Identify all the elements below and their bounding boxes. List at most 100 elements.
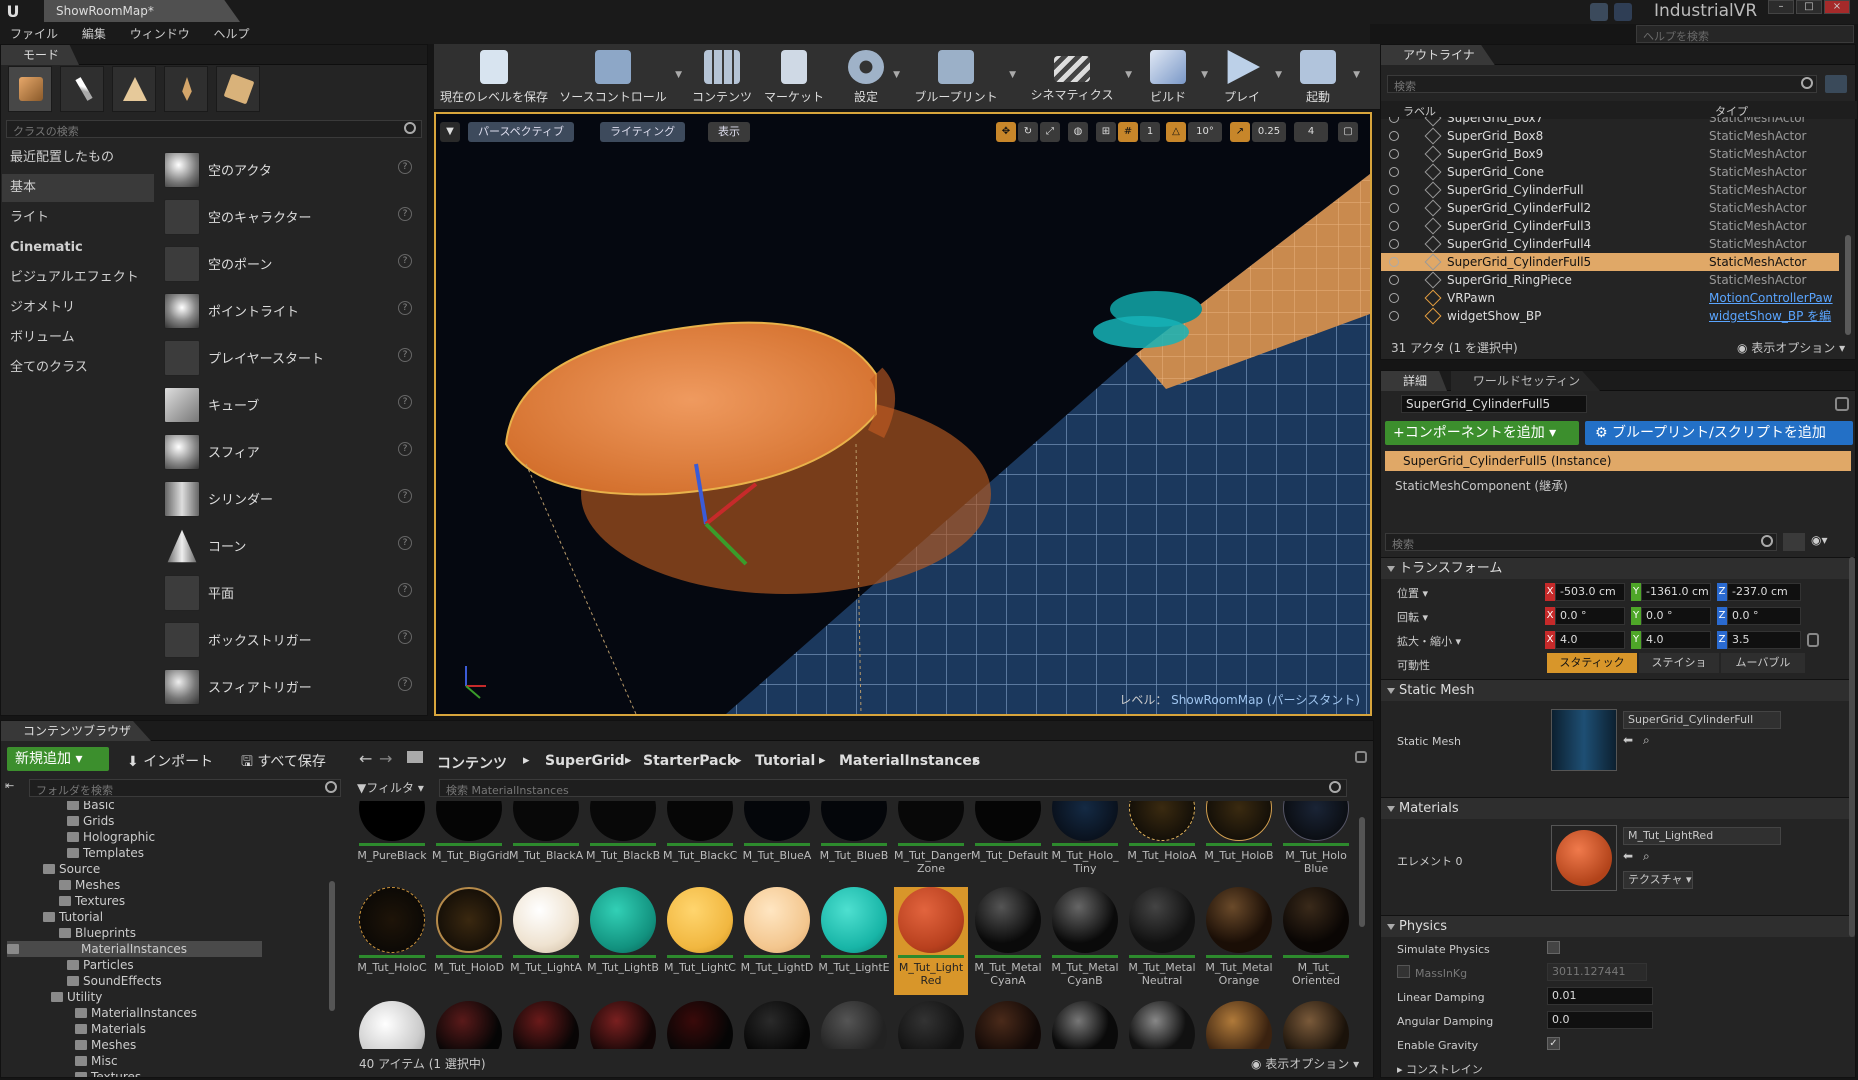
paint-mode-button[interactable] xyxy=(60,66,104,112)
folder-tutorial[interactable]: Tutorial xyxy=(43,909,103,925)
add-component-button[interactable]: +コンポーネントを追加 ▾ xyxy=(1385,421,1579,445)
materials-section-header[interactable]: Materials xyxy=(1381,797,1855,819)
location-x-field[interactable]: -503.0 cm xyxy=(1555,583,1625,601)
asset-tile[interactable] xyxy=(894,1001,968,1049)
simulate-physics-checkbox[interactable] xyxy=(1547,941,1560,954)
show-button[interactable]: 表示 xyxy=(708,122,750,142)
content-view-options[interactable]: ◉ 表示オプション ▾ xyxy=(1251,1055,1359,1072)
actor-name-field[interactable]: SuperGrid_CylinderFull5 xyxy=(1401,395,1587,413)
details-scrollbar[interactable] xyxy=(1849,557,1855,937)
scale-snap-icon[interactable]: ↗ xyxy=(1230,122,1250,142)
scale-x-field[interactable]: 4.0 xyxy=(1555,631,1625,649)
add-filter-icon[interactable] xyxy=(1825,75,1847,93)
lock-icon[interactable] xyxy=(1355,751,1367,763)
mobility-movable-button[interactable]: ムーバブル xyxy=(1721,653,1805,673)
static-mesh-section-header[interactable]: Static Mesh xyxy=(1381,679,1855,701)
cinematics-button[interactable]: シネマティクス ▼ xyxy=(1024,48,1132,106)
asset-tile[interactable]: M_Tut_Danger Zone xyxy=(894,801,971,883)
outliner-search-input[interactable]: 検索 xyxy=(1387,75,1817,93)
minimize-icon[interactable]: – xyxy=(1768,0,1794,14)
document-tab[interactable]: ShowRoomMap* xyxy=(44,0,240,22)
outliner-row[interactable]: SuperGrid_Box9 StaticMeshActor xyxy=(1381,145,1839,163)
asset-tile[interactable]: M_Tut_BlackC xyxy=(663,801,737,883)
asset-tile[interactable]: M_Tut_BigGrid xyxy=(432,801,510,883)
asset-tile[interactable]: M_Tut_HoloD xyxy=(432,887,506,995)
folder-materials[interactable]: Materials xyxy=(75,1021,146,1037)
world-settings-tab[interactable]: ワールドセッティン xyxy=(1450,371,1601,391)
breadcrumb-supergrid[interactable]: SuperGrid xyxy=(545,753,625,769)
toggle-sources-icon[interactable]: ⇤ xyxy=(5,779,19,793)
folder-particles[interactable]: Particles xyxy=(67,957,134,973)
place-empty-pawn[interactable]: 空のポーン? xyxy=(160,240,418,284)
asset-tile[interactable]: M_Tut_BlueA xyxy=(740,801,814,883)
outliner-row[interactable]: SuperGrid_CylinderFull StaticMeshActor xyxy=(1381,181,1839,199)
browse-search-icon[interactable]: ⌕ xyxy=(1643,733,1650,748)
asset-tile[interactable] xyxy=(817,1001,891,1049)
folder-utility[interactable]: Utility xyxy=(51,989,102,1005)
outliner-row[interactable]: SuperGrid_CylinderFull2 StaticMeshActor xyxy=(1381,199,1839,217)
help-search-input[interactable]: ヘルプを検索 xyxy=(1636,25,1854,43)
help-icon[interactable]: ? xyxy=(398,536,412,550)
rotation-z-field[interactable]: 0.0 ° xyxy=(1727,607,1801,625)
help-icon[interactable]: ? xyxy=(398,395,412,409)
folder-textures[interactable]: Textures xyxy=(59,893,125,909)
help-icon[interactable]: ? xyxy=(398,677,412,691)
asset-tile[interactable] xyxy=(509,1001,583,1049)
eye-icon[interactable] xyxy=(1389,311,1399,321)
use-selected-arrow-icon[interactable]: ⬅ xyxy=(1623,733,1633,747)
folder-utility-meshes[interactable]: Meshes xyxy=(75,1037,136,1053)
folder-source[interactable]: Source xyxy=(43,861,100,877)
scale-snap-value[interactable]: 0.25 xyxy=(1252,122,1286,142)
rotation-y-field[interactable]: 0.0 ° xyxy=(1641,607,1711,625)
asset-tile[interactable]: M_Tut_LightD xyxy=(740,887,814,995)
asset-tile[interactable]: M_Tut_LightB xyxy=(586,887,660,995)
menu-window[interactable]: ウィンドウ xyxy=(120,24,200,44)
help-icon[interactable]: ? xyxy=(398,254,412,268)
marketplace-button[interactable]: マーケット xyxy=(762,48,826,106)
menu-help[interactable]: ヘルプ xyxy=(204,24,260,44)
scale-z-field[interactable]: 3.5 xyxy=(1727,631,1801,649)
eye-icon[interactable] xyxy=(1389,185,1399,195)
asset-tile[interactable]: M_Tut_LightC xyxy=(663,887,737,995)
physics-section-header[interactable]: Physics xyxy=(1381,915,1855,937)
constraints-row[interactable]: ▸ コンストレイン xyxy=(1397,1061,1483,1077)
place-mode-button[interactable] xyxy=(8,66,52,112)
asset-tile[interactable]: M_Tut_LightA xyxy=(509,887,583,995)
rotate-tool-icon[interactable]: ↻ xyxy=(1018,122,1038,142)
help-icon[interactable]: ? xyxy=(398,207,412,221)
menu-file[interactable]: ファイル xyxy=(0,24,68,44)
outliner-row[interactable]: SuperGrid_Box8 StaticMeshActor xyxy=(1381,127,1839,145)
content-button[interactable]: コンテンツ xyxy=(690,48,754,106)
folder-basic[interactable]: Basic xyxy=(67,801,115,813)
viewport-scene[interactable] xyxy=(436,114,1370,714)
asset-tile[interactable] xyxy=(432,1001,506,1049)
place-sphere[interactable]: スフィア? xyxy=(160,428,418,472)
browse-search-icon[interactable]: ⌕ xyxy=(1643,849,1650,864)
translate-tool-icon[interactable]: ✥ xyxy=(996,122,1016,142)
folder-templates[interactable]: Templates xyxy=(67,845,144,861)
close-icon[interactable]: × xyxy=(1824,0,1850,14)
scale-tool-icon[interactable]: ⤢ xyxy=(1040,122,1060,142)
viewport-options-icon[interactable]: ▼ xyxy=(440,122,460,142)
help-icon[interactable]: ? xyxy=(398,348,412,362)
asset-tile[interactable]: M_Tut_LightE xyxy=(817,887,891,995)
filter-button[interactable]: ▼フィルタ ▾ xyxy=(357,779,424,796)
asset-tile[interactable]: M_Tut_BlueB xyxy=(817,801,891,883)
eye-icon[interactable] xyxy=(1389,221,1399,231)
geometry-mode-button[interactable] xyxy=(216,66,260,112)
grid-snap-icon[interactable]: # xyxy=(1118,122,1138,142)
asset-search-input[interactable]: 検索 MaterialInstances xyxy=(439,779,1347,797)
static-mesh-dropdown[interactable]: SuperGrid_CylinderFull xyxy=(1623,711,1781,729)
blueprints-button[interactable]: ブループリント ▼ xyxy=(908,48,1016,106)
asset-tile[interactable]: M_Tut_HoloC xyxy=(355,887,429,995)
launch-button[interactable]: 起動 ▼ xyxy=(1288,48,1360,106)
outliner-row[interactable]: SuperGrid_CylinderFull3 StaticMeshActor xyxy=(1381,217,1839,235)
rotation-snap-value[interactable]: 10° xyxy=(1188,122,1222,142)
eye-icon[interactable] xyxy=(1389,203,1399,213)
folder-holographic[interactable]: Holographic xyxy=(67,829,155,845)
mass-override-checkbox[interactable] xyxy=(1397,965,1410,978)
landscape-mode-button[interactable] xyxy=(112,66,156,112)
folder-materialinstances-selected[interactable]: MaterialInstances xyxy=(7,941,262,957)
enable-gravity-checkbox[interactable]: ✓ xyxy=(1547,1037,1560,1050)
scale-label[interactable]: 拡大・縮小 ▾ xyxy=(1397,633,1461,649)
